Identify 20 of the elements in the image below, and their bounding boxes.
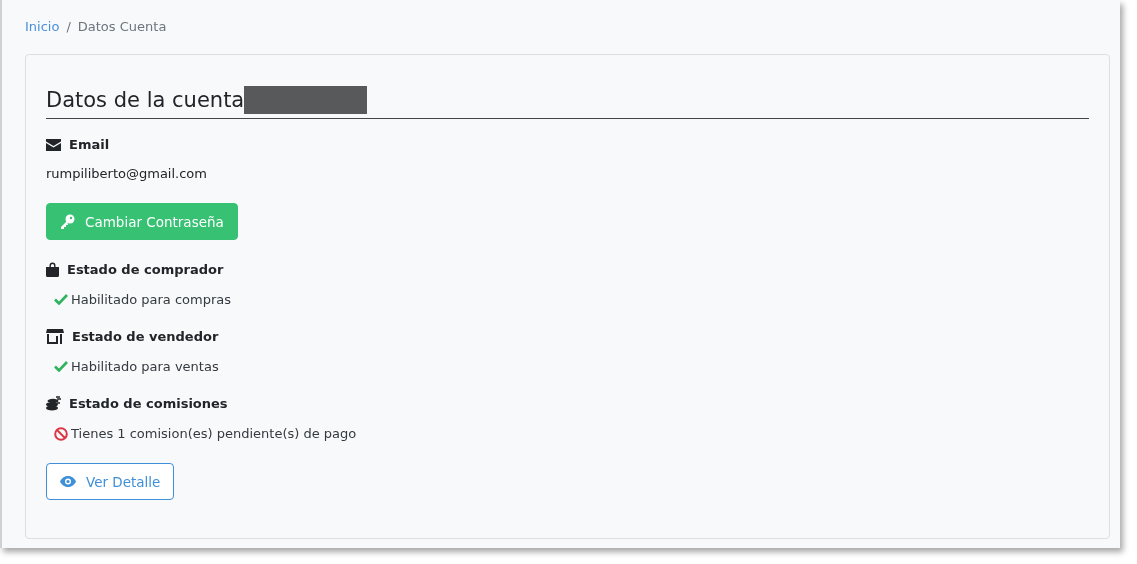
coins-icon xyxy=(46,396,61,411)
eye-icon xyxy=(60,476,76,487)
action-button[interactable]: Cambiar Contraseña xyxy=(46,203,238,240)
breadcrumb-separator: / xyxy=(66,18,71,34)
key-icon xyxy=(60,214,75,229)
status-text: Tienes 1 comision(es) pendiente(s) de pago xyxy=(71,426,357,441)
shopping-bag-icon xyxy=(46,262,59,277)
email-value: rumpiliberto@gmail.com xyxy=(46,166,208,181)
status-text: Habilitado para ventas xyxy=(71,359,219,374)
page-title: Datos de la cuenta xyxy=(46,87,245,114)
breadcrumb-link[interactable]: Inicio xyxy=(25,18,60,34)
store-icon xyxy=(46,329,64,344)
action-button[interactable]: Ver Detalle xyxy=(46,463,175,500)
breadcrumb-current: Datos Cuenta xyxy=(77,18,167,34)
section-label: Estado de vendedor xyxy=(72,329,219,344)
section-label: Email xyxy=(69,137,110,152)
envelope-icon xyxy=(46,138,61,151)
section-label: Estado de comisiones xyxy=(69,396,228,411)
status-text: Habilitado para compras xyxy=(71,292,231,307)
section-label: Estado de comprador xyxy=(67,262,224,277)
